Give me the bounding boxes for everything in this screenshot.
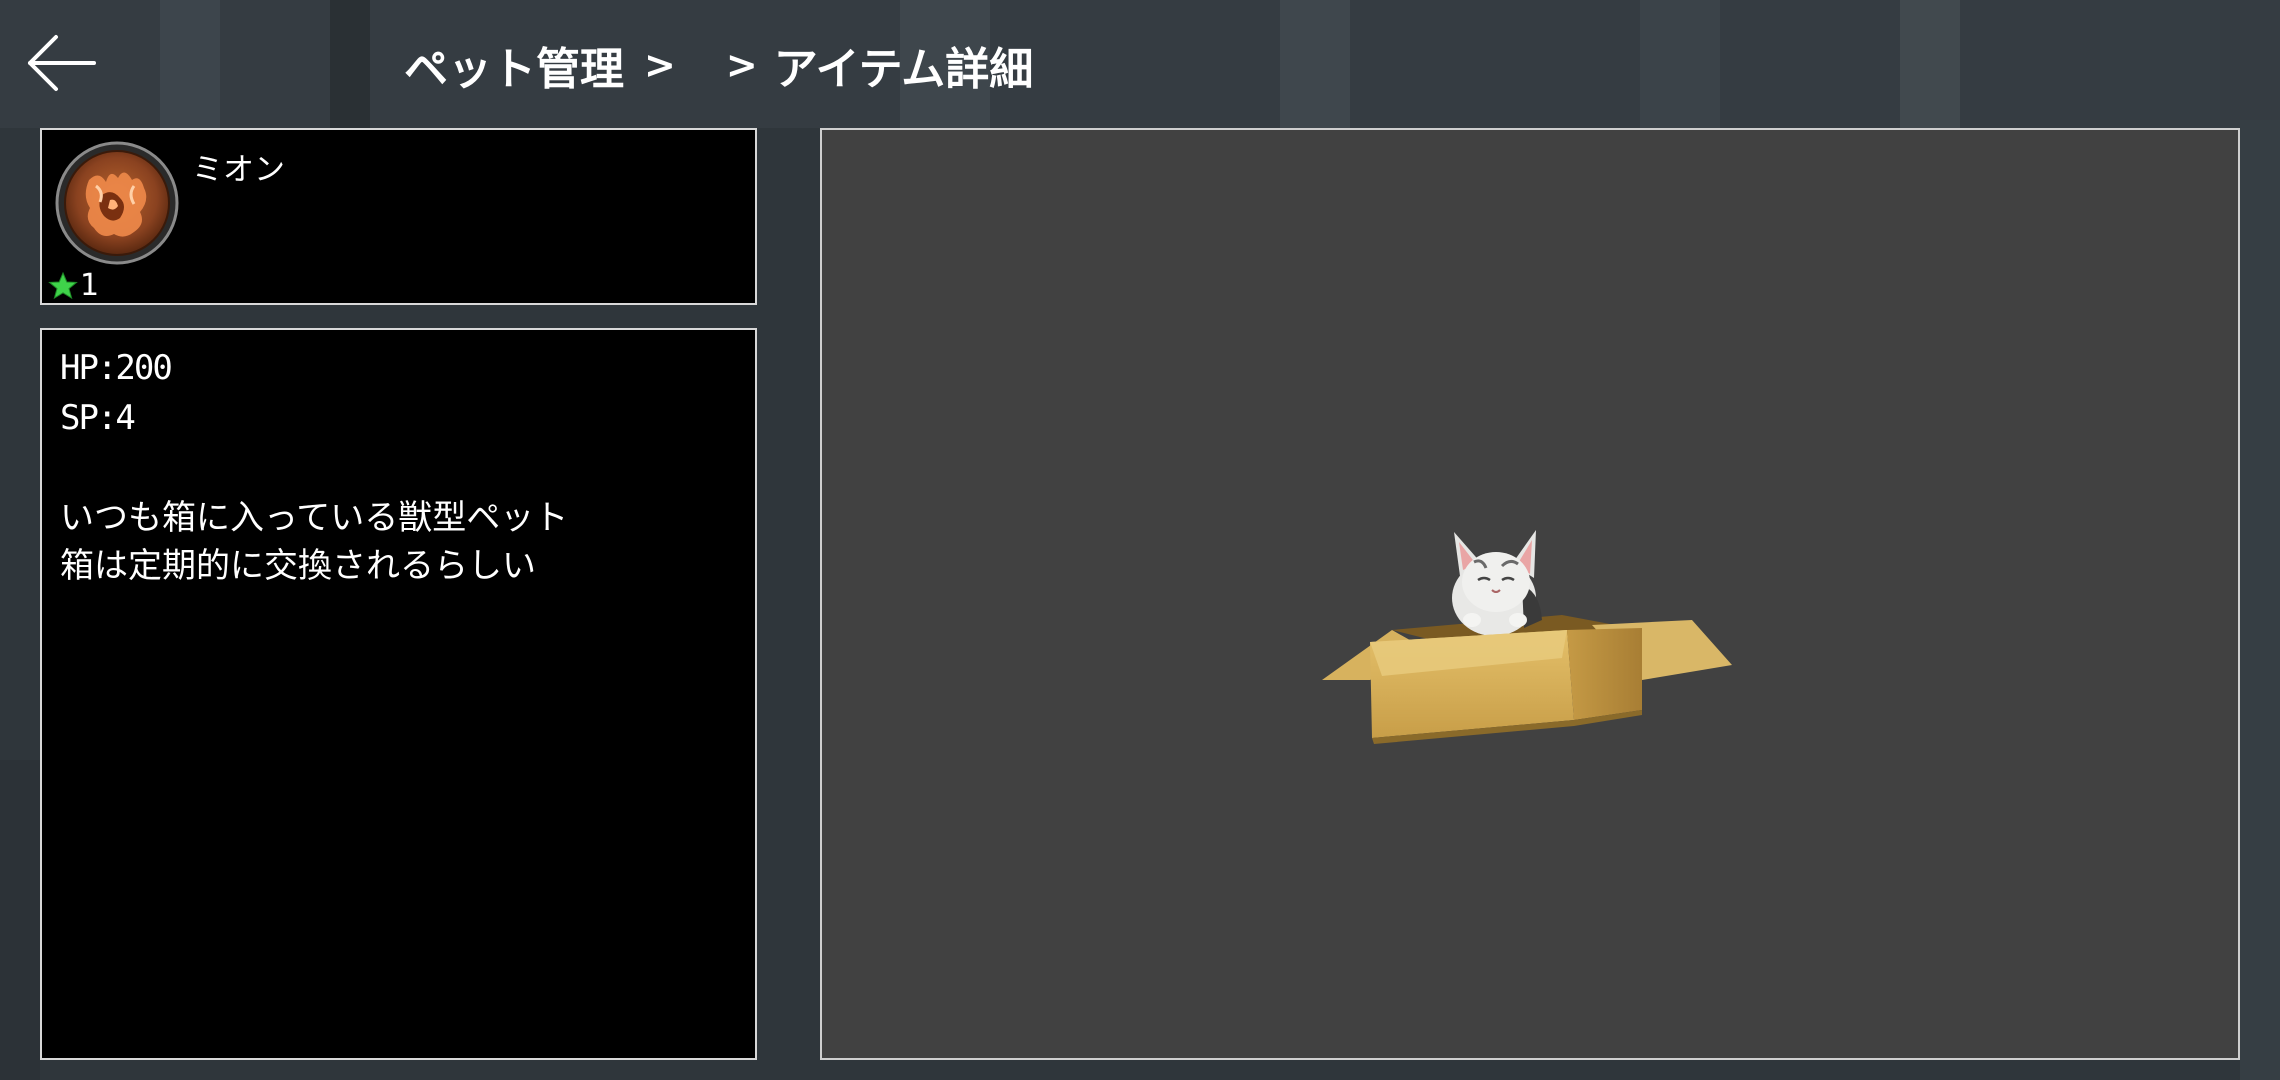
model-preview-panel[interactable] [820,128,2240,1060]
cat-in-box-model[interactable] [1312,480,1752,780]
hp-stat: HP:200 [60,348,173,388]
pet-name: ミオン [192,152,285,188]
sp-stat: SP:4 [60,398,136,438]
breadcrumb-separator: > [644,43,676,87]
back-arrow-icon [28,35,96,91]
stats-panel: HP:200 SP:4 いつも箱に入っている獣型ペット 箱は定期的に交換されるら… [40,328,757,1060]
breadcrumb: ペット管理 > > アイテム詳細 [404,30,1033,100]
description-line: 箱は定期的に交換されるらしい [60,546,536,586]
rarity-count: 1 [80,268,100,303]
breadcrumb-separator: > [725,43,758,87]
breadcrumb-pet-management[interactable]: ペット管理 [404,33,624,97]
breadcrumb-item-detail: アイテム詳細 [773,44,1034,95]
description-line: いつも箱に入っている獣型ペット [60,498,569,538]
top-bar: ペット管理 > > アイテム詳細 [0,0,2280,128]
rarity: 1 [48,268,99,303]
pet-header-panel: ミオン 1 [40,128,757,305]
back-button[interactable] [22,28,102,98]
green-star-icon [48,271,78,299]
fox-emblem-icon [55,141,179,265]
